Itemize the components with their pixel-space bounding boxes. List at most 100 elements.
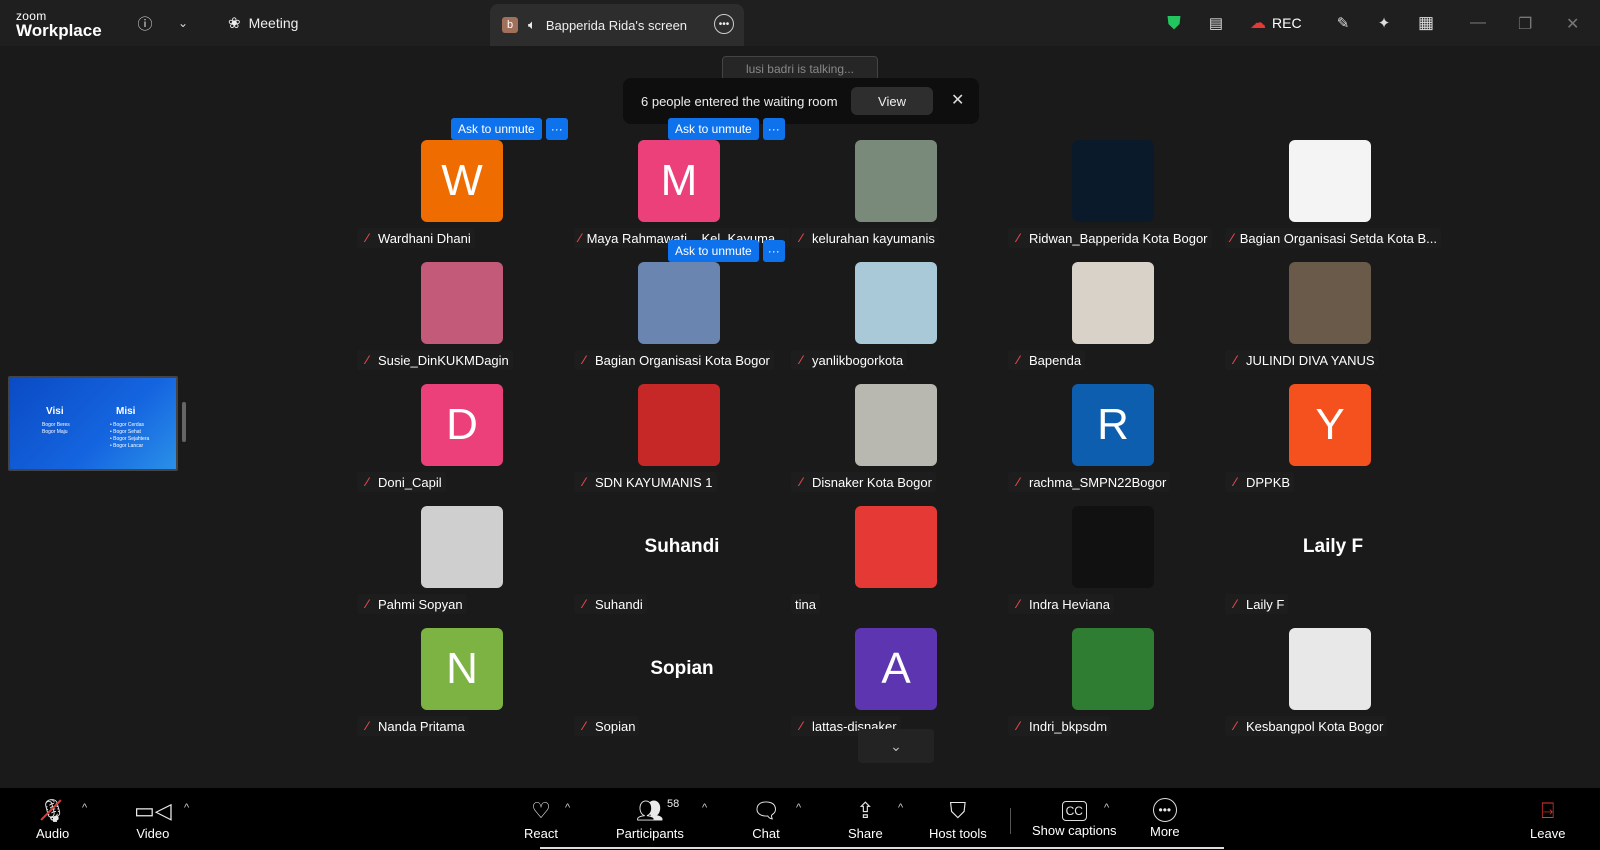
- muted-mic-icon: ⁄: [1016, 353, 1019, 367]
- react-options-caret-icon[interactable]: ^: [565, 802, 570, 814]
- shared-screen-thumbnail[interactable]: Visi Misi Bogor Beres Bogor Maju • Bogor…: [8, 376, 178, 471]
- ask-to-unmute-group: Ask to unmute ···: [451, 118, 568, 140]
- participant-tile[interactable]: R ⁄ rachma_SMPN22Bogor: [1008, 382, 1224, 500]
- participant-tile[interactable]: M ⁄ Maya Rahmawati _ Kel. Kayuma... Ask to …: [574, 118, 790, 256]
- captions-options-caret-icon[interactable]: ^: [1104, 802, 1109, 814]
- host-tools-label: Host tools: [929, 826, 987, 841]
- participant-tile[interactable]: Sopian ⁄ Sopian: [574, 626, 790, 744]
- participant-name: Wardhani Dhani: [378, 230, 471, 246]
- participant-name-label: ⁄ Wardhani Dhani: [357, 228, 475, 248]
- participant-tile[interactable]: ⁄ Indra Heviana: [1008, 504, 1224, 622]
- more-button[interactable]: ••• More: [1150, 798, 1180, 839]
- participant-name: DPPKB: [1246, 474, 1291, 490]
- more-label: More: [1150, 824, 1180, 839]
- participant-more-icon[interactable]: ···: [762, 240, 785, 262]
- participant-tile[interactable]: ⁄ Pahmi Sopyan: [357, 504, 573, 622]
- participant-tile[interactable]: Y ⁄ DPPKB: [1225, 382, 1441, 500]
- meeting-menu[interactable]: ❀ Meeting: [228, 14, 298, 32]
- chat-options-caret-icon[interactable]: ^: [796, 802, 801, 814]
- ask-to-unmute-button[interactable]: Ask to unmute: [668, 118, 759, 140]
- participant-tile[interactable]: ⁄ Disnaker Kota Bogor: [791, 382, 1007, 500]
- participant-photo: [638, 384, 720, 466]
- options-icon[interactable]: •••: [714, 14, 734, 34]
- share-options-caret-icon[interactable]: ^: [898, 802, 903, 814]
- participant-name-label: ⁄ Kesbangpol Kota Bogor: [1225, 716, 1388, 736]
- muted-mic-icon: ⁄: [582, 719, 585, 733]
- thumb-visi-lines: Bogor Beres Bogor Maju: [42, 422, 70, 435]
- participant-name: kelurahan kayumanis: [812, 230, 935, 246]
- leave-button[interactable]: ⍈ Leave: [1530, 798, 1565, 841]
- audio-options-caret-icon[interactable]: ^: [82, 802, 87, 814]
- minimize-icon[interactable]: —: [1470, 14, 1486, 32]
- sparkle-icon[interactable]: ✦: [1373, 12, 1395, 34]
- info-icon[interactable]: ⓘ: [134, 12, 156, 34]
- participant-tile[interactable]: ⁄ Susie_DinKUKMDagin: [357, 260, 573, 378]
- participant-name-label: ⁄ Susie_DinKUKMDagin: [357, 350, 513, 370]
- ask-to-unmute-button[interactable]: Ask to unmute: [668, 240, 759, 262]
- audio-button[interactable]: 🎙︎ Audio: [36, 798, 69, 841]
- participant-photo: [1072, 628, 1154, 710]
- share-screen-icon: ⇪: [856, 798, 875, 823]
- muted-mic-icon: ⁄: [799, 231, 802, 245]
- participant-tile[interactable]: A ⁄ lattas-disnaker: [791, 626, 1007, 744]
- participant-tile[interactable]: ⁄ Bagian Organisasi Kota Bogor Ask to unmu…: [574, 240, 790, 378]
- participant-tile[interactable]: W ⁄ Wardhani Dhani Ask to unmute ···: [357, 118, 573, 256]
- scroll-down-icon[interactable]: ⌄: [858, 729, 934, 763]
- host-tools-button[interactable]: ⛉ Host tools: [929, 798, 987, 841]
- video-button[interactable]: ▭◁ Video: [134, 798, 172, 841]
- participant-tile[interactable]: ⁄ Indri_bkpsdm: [1008, 626, 1224, 744]
- video-options-caret-icon[interactable]: ^: [184, 802, 189, 814]
- share-title: Bapperida Rida's screen: [545, 17, 688, 33]
- muted-mic-icon: ⁄: [1016, 719, 1019, 733]
- participant-tile[interactable]: N ⁄ Nanda Pritama: [357, 626, 573, 744]
- participant-tile[interactable]: ⁄ Bagian Organisasi Setda Kota B...: [1225, 138, 1441, 256]
- participant-photo: [638, 262, 720, 344]
- chat-button[interactable]: 🗨︎ Chat: [752, 798, 780, 841]
- participant-tile[interactable]: ⁄ JULINDI DIVA YANUS: [1225, 260, 1441, 378]
- participant-name-label: ⁄ Laily F: [1225, 594, 1289, 614]
- participant-tile[interactable]: Suhandi ⁄ Suhandi: [574, 504, 790, 622]
- participant-tile[interactable]: D ⁄ Doni_Capil: [357, 382, 573, 500]
- shield-icon[interactable]: ⛊: [1163, 12, 1185, 34]
- participant-name-label: ⁄ JULINDI DIVA YANUS: [1225, 350, 1379, 370]
- participants-options-caret-icon[interactable]: ^: [702, 802, 707, 814]
- shared-screen-tab[interactable]: b 🔈︎ Bapperida Rida's screen •••: [490, 4, 744, 46]
- record-indicator[interactable]: ☁ REC: [1250, 13, 1302, 33]
- participant-tile[interactable]: ⁄ kelurahan kayumanis: [791, 138, 1007, 256]
- leave-label: Leave: [1530, 826, 1566, 841]
- participant-name-display: Sopian: [650, 658, 714, 679]
- title-bar: zoom Workplace ⓘ ⌄ ❀ Meeting b 🔈︎ Bapper…: [0, 0, 1600, 46]
- participant-name: Indri_bkpsdm: [1029, 718, 1108, 734]
- react-label: React: [524, 826, 558, 841]
- participant-tile[interactable]: ⁄ yanlikbogorkota: [791, 260, 1007, 378]
- chevron-down-icon[interactable]: ⌄: [172, 12, 194, 34]
- muted-mic-icon: ⁄: [365, 475, 368, 489]
- participant-tile[interactable]: ⁄ SDN KAYUMANIS 1: [574, 382, 790, 500]
- close-icon[interactable]: ✕: [1566, 14, 1579, 34]
- participant-tile[interactable]: ⁄ Ridwan_Bapperida Kota Bogor: [1008, 138, 1224, 256]
- close-notification-icon[interactable]: ✕: [951, 90, 964, 110]
- participant-name-label: ⁄ DPPKB: [1225, 472, 1295, 492]
- participant-initial-avatar: R: [1072, 384, 1154, 466]
- layout-icon[interactable]: ▦: [1415, 12, 1437, 34]
- participant-tile[interactable]: Laily F ⁄ Laily F: [1225, 504, 1441, 622]
- participant-name: Suhandi: [595, 596, 643, 612]
- thumb-misi-lines: • Bogor Cerdas • Bogor Sehat • Bogor Sej…: [110, 422, 150, 449]
- react-button[interactable]: ♡ React: [524, 798, 558, 841]
- maximize-icon[interactable]: ❐: [1518, 14, 1532, 34]
- ask-to-unmute-group: Ask to unmute ···: [668, 118, 785, 140]
- view-button[interactable]: View: [851, 87, 933, 115]
- participant-photo: [421, 506, 503, 588]
- share-button[interactable]: ⇪ Share: [848, 798, 883, 841]
- participant-tile[interactable]: ⁄ Bapenda: [1008, 260, 1224, 378]
- participant-more-icon[interactable]: ···: [762, 118, 785, 140]
- participant-tile[interactable]: tina: [791, 504, 1007, 622]
- muted-mic-icon: ⁄: [1016, 231, 1019, 245]
- participant-tile[interactable]: ⁄ Kesbangpol Kota Bogor: [1225, 626, 1441, 744]
- pencil-icon[interactable]: ✎: [1332, 12, 1354, 34]
- thumbnail-resize-handle[interactable]: [182, 402, 186, 442]
- notes-icon[interactable]: ▤: [1205, 12, 1227, 34]
- participant-more-icon[interactable]: ···: [545, 118, 568, 140]
- participant-name-label: ⁄ Bagian Organisasi Kota Bogor: [574, 350, 774, 370]
- ask-to-unmute-button[interactable]: Ask to unmute: [451, 118, 542, 140]
